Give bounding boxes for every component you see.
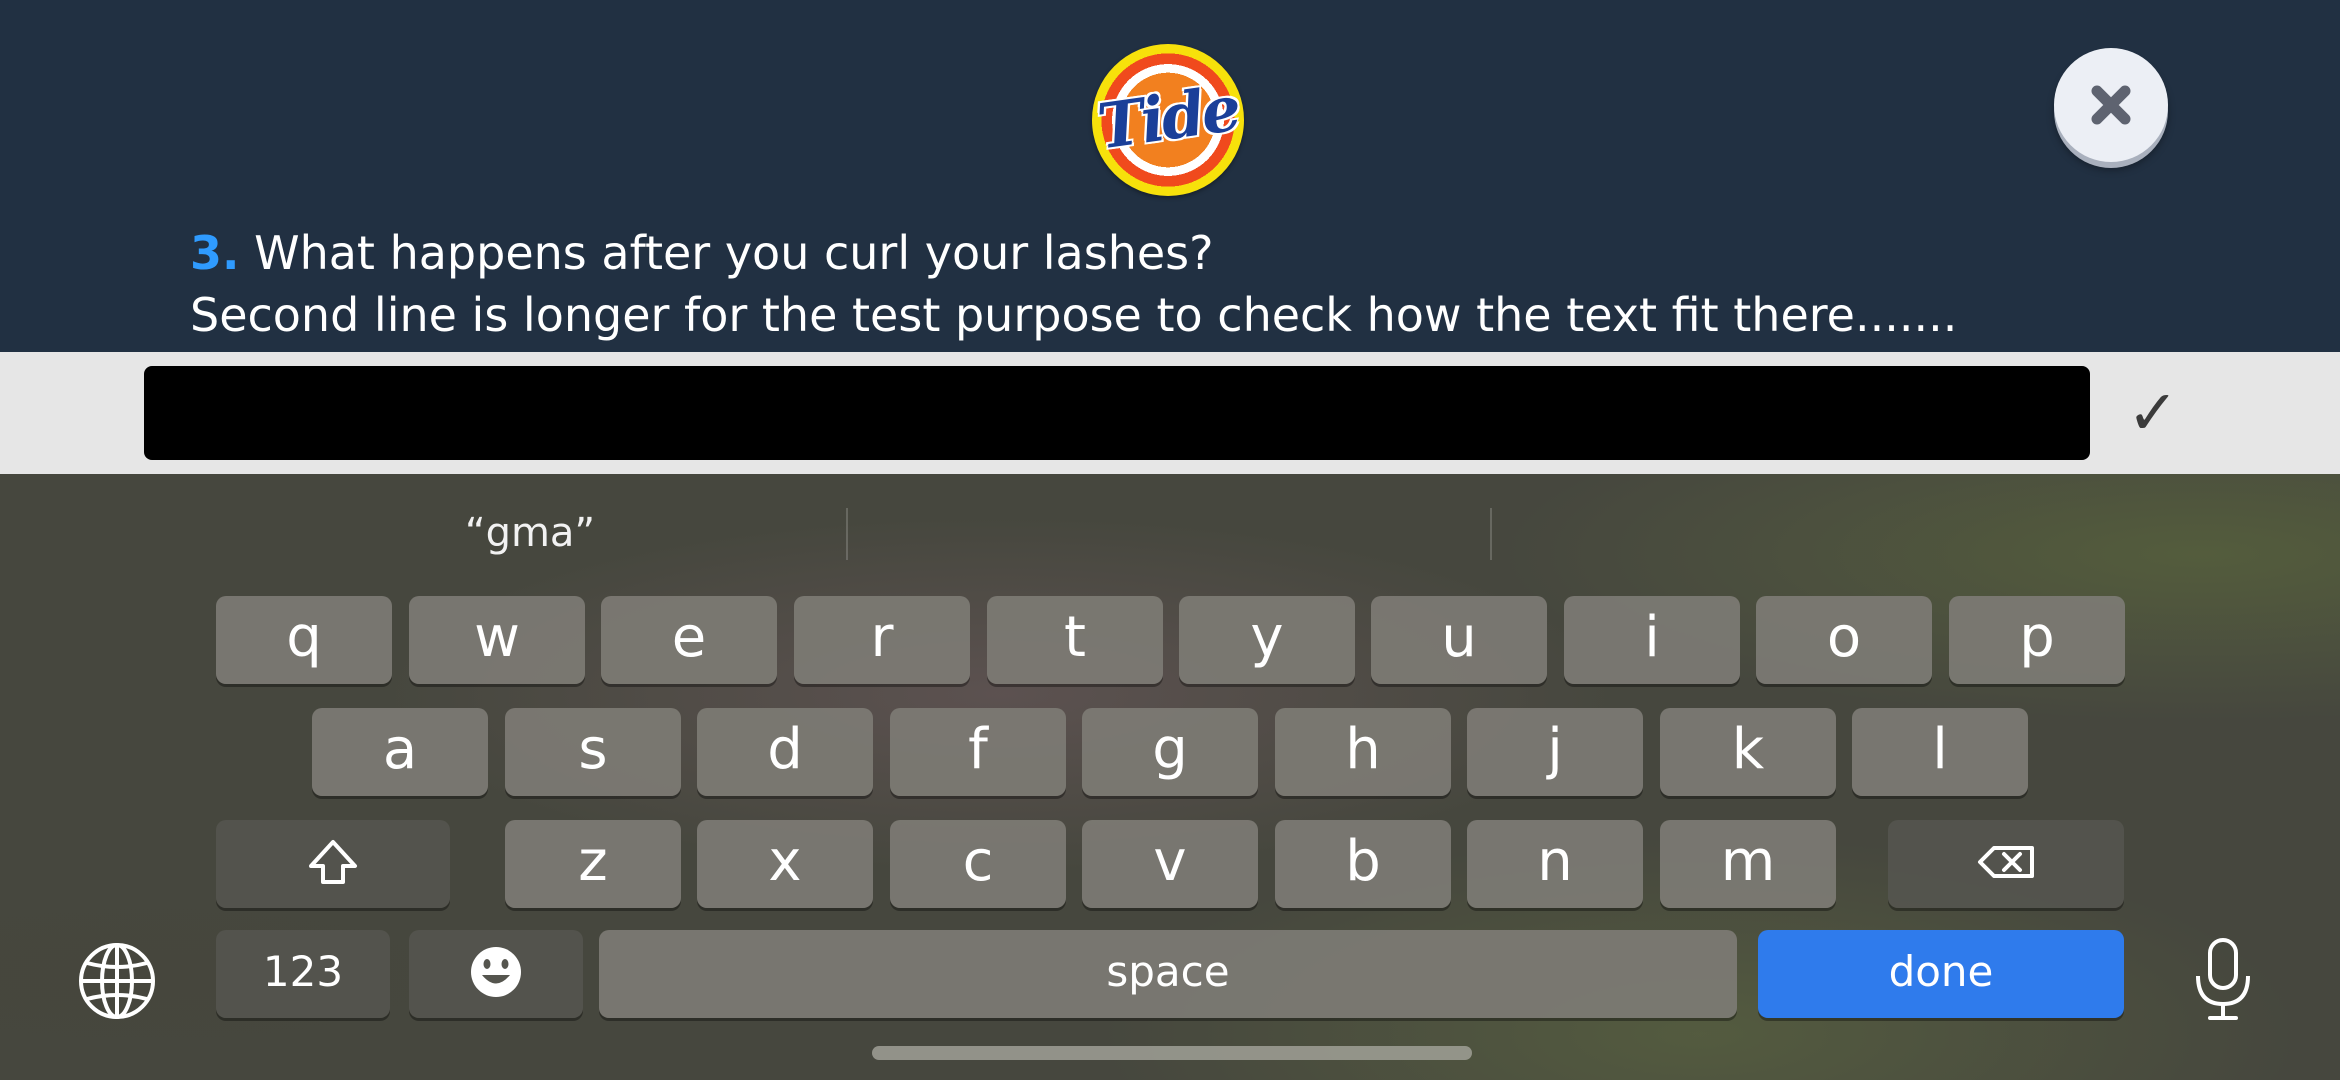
answer-bar: ✓	[0, 352, 2340, 474]
question-number: 3.	[190, 226, 240, 280]
shift-icon	[309, 840, 357, 884]
key-z[interactable]: z	[505, 820, 681, 908]
key-v[interactable]: v	[1082, 820, 1258, 908]
quiz-header: Tide 3. What happens after you curl your…	[0, 0, 2340, 352]
logo-text: Tide	[1093, 71, 1243, 164]
shift-key[interactable]	[216, 820, 450, 908]
space-key[interactable]: space	[599, 930, 1737, 1018]
key-t[interactable]: t	[987, 596, 1163, 684]
suggestion-1[interactable]: “gma”	[330, 502, 730, 564]
key-f[interactable]: f	[890, 708, 1066, 796]
submit-check-button[interactable]: ✓	[2120, 376, 2186, 450]
close-icon	[2091, 85, 2131, 125]
home-indicator[interactable]	[872, 1046, 1472, 1060]
key-i[interactable]: i	[1564, 596, 1740, 684]
key-k[interactable]: k	[1660, 708, 1836, 796]
key-o[interactable]: o	[1756, 596, 1932, 684]
suggestion-2[interactable]	[900, 502, 1440, 564]
key-e[interactable]: e	[601, 596, 777, 684]
close-button[interactable]	[2054, 48, 2168, 162]
question-title: What happens after you curl your lashes?	[254, 226, 1214, 280]
question-line-1: 3. What happens after you curl your lash…	[190, 222, 2190, 284]
key-r[interactable]: r	[794, 596, 970, 684]
key-h[interactable]: h	[1275, 708, 1451, 796]
key-b[interactable]: b	[1275, 820, 1451, 908]
done-key[interactable]: done	[1758, 930, 2124, 1018]
key-n[interactable]: n	[1467, 820, 1643, 908]
suggestion-3[interactable]	[1540, 502, 2080, 564]
globe-icon	[79, 943, 155, 1019]
question-line-2: Second line is longer for the test purpo…	[190, 288, 1958, 342]
key-p[interactable]: p	[1949, 596, 2125, 684]
numbers-key[interactable]: 123	[216, 930, 390, 1018]
tide-logo: Tide	[1092, 44, 1244, 196]
delete-key[interactable]	[1888, 820, 2124, 908]
key-u[interactable]: u	[1371, 596, 1547, 684]
key-a[interactable]: a	[312, 708, 488, 796]
delete-icon	[1978, 846, 2034, 878]
key-m[interactable]: m	[1660, 820, 1836, 908]
key-d[interactable]: d	[697, 708, 873, 796]
key-l[interactable]: l	[1852, 708, 2028, 796]
key-x[interactable]: x	[697, 820, 873, 908]
microphone-button[interactable]	[2180, 932, 2266, 1020]
globe-button[interactable]	[74, 938, 160, 1024]
question-text: 3. What happens after you curl your lash…	[190, 222, 2190, 346]
microphone-icon	[2196, 938, 2250, 1020]
key-j[interactable]: j	[1467, 708, 1643, 796]
key-w[interactable]: w	[409, 596, 585, 684]
emoji-key[interactable]	[409, 930, 583, 1018]
key-q[interactable]: q	[216, 596, 392, 684]
suggestion-divider	[846, 508, 848, 560]
key-y[interactable]: y	[1179, 596, 1355, 684]
key-c[interactable]: c	[890, 820, 1066, 908]
suggestion-divider	[1490, 508, 1492, 560]
key-s[interactable]: s	[505, 708, 681, 796]
answer-input[interactable]	[144, 366, 2090, 460]
key-g[interactable]: g	[1082, 708, 1258, 796]
keyboard: “gma” q w e r t y u i o p a s d f g h j …	[0, 474, 2340, 1080]
emoji-icon	[471, 947, 521, 997]
